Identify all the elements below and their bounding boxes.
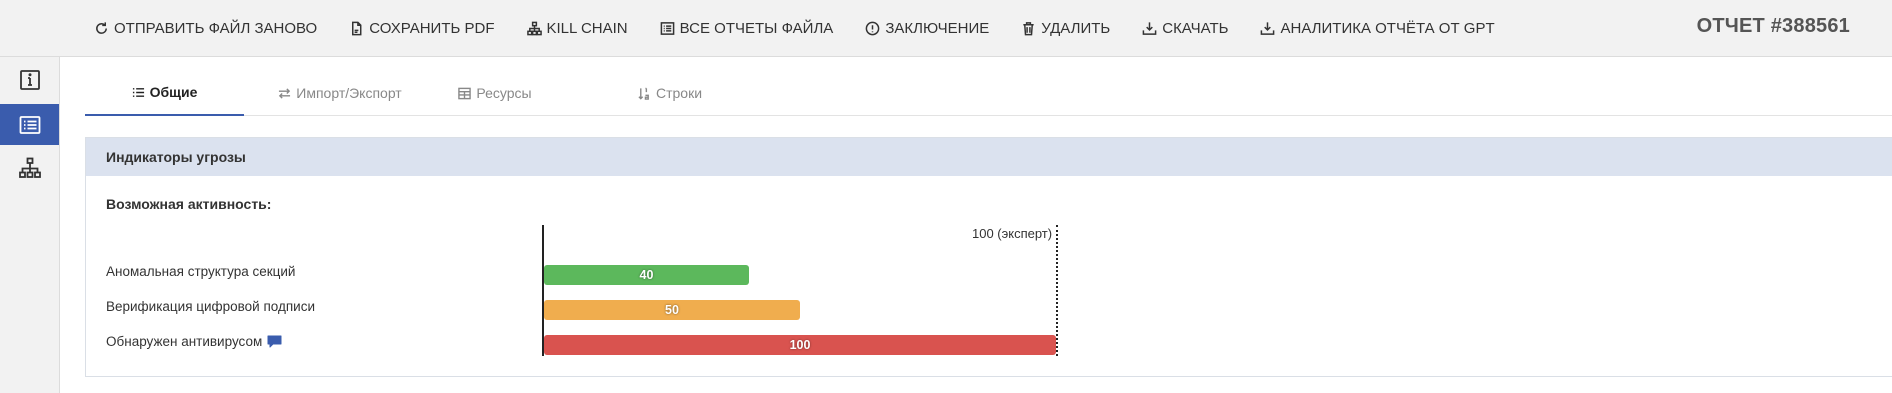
download-button[interactable]: СКАЧАТЬ	[1142, 20, 1228, 37]
panel-title: Индикаторы угрозы	[86, 138, 1892, 176]
info-icon	[19, 69, 40, 90]
tab-resources-label: Ресурсы	[476, 85, 532, 101]
save-pdf-label: СОХРАНИТЬ PDF	[369, 20, 495, 37]
trash-icon	[1023, 22, 1034, 36]
download-icon	[1142, 22, 1157, 35]
indicator-label: Обнаружен антивирусом	[106, 334, 282, 349]
delete-label: УДАЛИТЬ	[1041, 20, 1111, 37]
indicator-label-text: Аномальная структура секций	[106, 264, 296, 279]
kill-chain-button[interactable]: KILL CHAIN	[526, 20, 628, 37]
conclusion-button[interactable]: ЗАКЛЮЧЕНИЕ	[865, 20, 989, 37]
sidebar-item-structure[interactable]	[0, 147, 59, 188]
tab-general[interactable]: Общие	[85, 70, 244, 116]
tab-resources[interactable]: Ресурсы	[435, 70, 555, 116]
gpt-analytics-label: АНАЛИТИКА ОТЧЁТА ОТ GPT	[1280, 20, 1495, 37]
left-sidebar	[0, 57, 60, 393]
action-toolbar: ОТПРАВИТЬ ФАЙЛ ЗАНОВО СОХРАНИТЬ PDF KILL…	[94, 0, 1527, 57]
exclamation-circle-icon	[865, 21, 880, 36]
tab-import-export-label: Импорт/Экспорт	[296, 85, 402, 101]
refresh-icon	[96, 22, 107, 34]
chart-max-label: 100 (эксперт)	[972, 226, 1053, 241]
tab-general-label: Общие	[149, 84, 198, 100]
top-toolbar: ОТПРАВИТЬ ФАЙЛ ЗАНОВО СОХРАНИТЬ PDF KILL…	[0, 0, 1892, 57]
delete-button[interactable]: УДАЛИТЬ	[1021, 20, 1110, 37]
indicator-bar: 40	[544, 265, 749, 285]
report-tabs: Общие Импорт/Экспорт Ресурсы Строки	[85, 70, 1892, 116]
exchange-icon	[279, 87, 291, 99]
chart-max-line	[1056, 225, 1058, 356]
gpt-analytics-button[interactable]: АНАЛИТИКА ОТЧЁТА ОТ GPT	[1260, 20, 1495, 37]
download-label: СКАЧАТЬ	[1162, 20, 1229, 37]
indicator-label-text: Обнаружен антивирусом	[106, 334, 263, 349]
sidebar-item-report-list[interactable]	[0, 104, 59, 145]
list-alt-icon	[660, 22, 674, 35]
list-icon	[19, 115, 40, 134]
report-number: ОТЧЕТ #388561	[1696, 15, 1850, 37]
indicator-bar: 100	[544, 335, 1056, 355]
indicator-label: Верификация цифровой подписи	[106, 299, 315, 314]
resend-file-label: ОТПРАВИТЬ ФАЙЛ ЗАНОВО	[114, 20, 318, 37]
indicator-bar-value: 100	[789, 338, 811, 352]
indicator-bar: 50	[544, 300, 800, 320]
threat-indicators-panel: Индикаторы угрозы Возможная активность: …	[85, 137, 1892, 377]
indicator-label: Аномальная структура секций	[106, 264, 295, 279]
file-pdf-icon	[352, 21, 362, 36]
tab-strings-label: Строки	[655, 85, 703, 101]
indicator-label-text: Верификация цифровой подписи	[106, 299, 316, 314]
resend-file-button[interactable]: ОТПРАВИТЬ ФАЙЛ ЗАНОВО	[94, 20, 317, 37]
tab-import-export[interactable]: Импорт/Экспорт	[265, 70, 415, 116]
download-icon	[1261, 22, 1275, 35]
all-file-reports-label: ВСЕ ОТЧЕТЫ ФАЙЛА	[679, 20, 834, 37]
table-icon	[458, 87, 472, 99]
indicator-bar-value: 50	[665, 303, 679, 317]
sitemap-icon	[18, 157, 41, 178]
comment-icon[interactable]	[267, 335, 282, 348]
list-ul-icon	[132, 87, 144, 97]
possible-activity-heading: Возможная активность:	[106, 196, 272, 212]
tab-strings[interactable]: Строки	[610, 70, 730, 116]
indicator-bar-value: 40	[639, 268, 654, 282]
conclusion-label: ЗАКЛЮЧЕНИЕ	[885, 20, 990, 37]
save-pdf-button[interactable]: СОХРАНИТЬ PDF	[349, 20, 495, 37]
all-file-reports-button[interactable]: ВСЕ ОТЧЕТЫ ФАЙЛА	[660, 20, 834, 37]
kill-chain-label: KILL CHAIN	[546, 20, 628, 37]
sidebar-item-info[interactable]	[0, 59, 59, 100]
sitemap-icon	[526, 21, 542, 36]
sort-numeric-icon	[638, 87, 649, 100]
